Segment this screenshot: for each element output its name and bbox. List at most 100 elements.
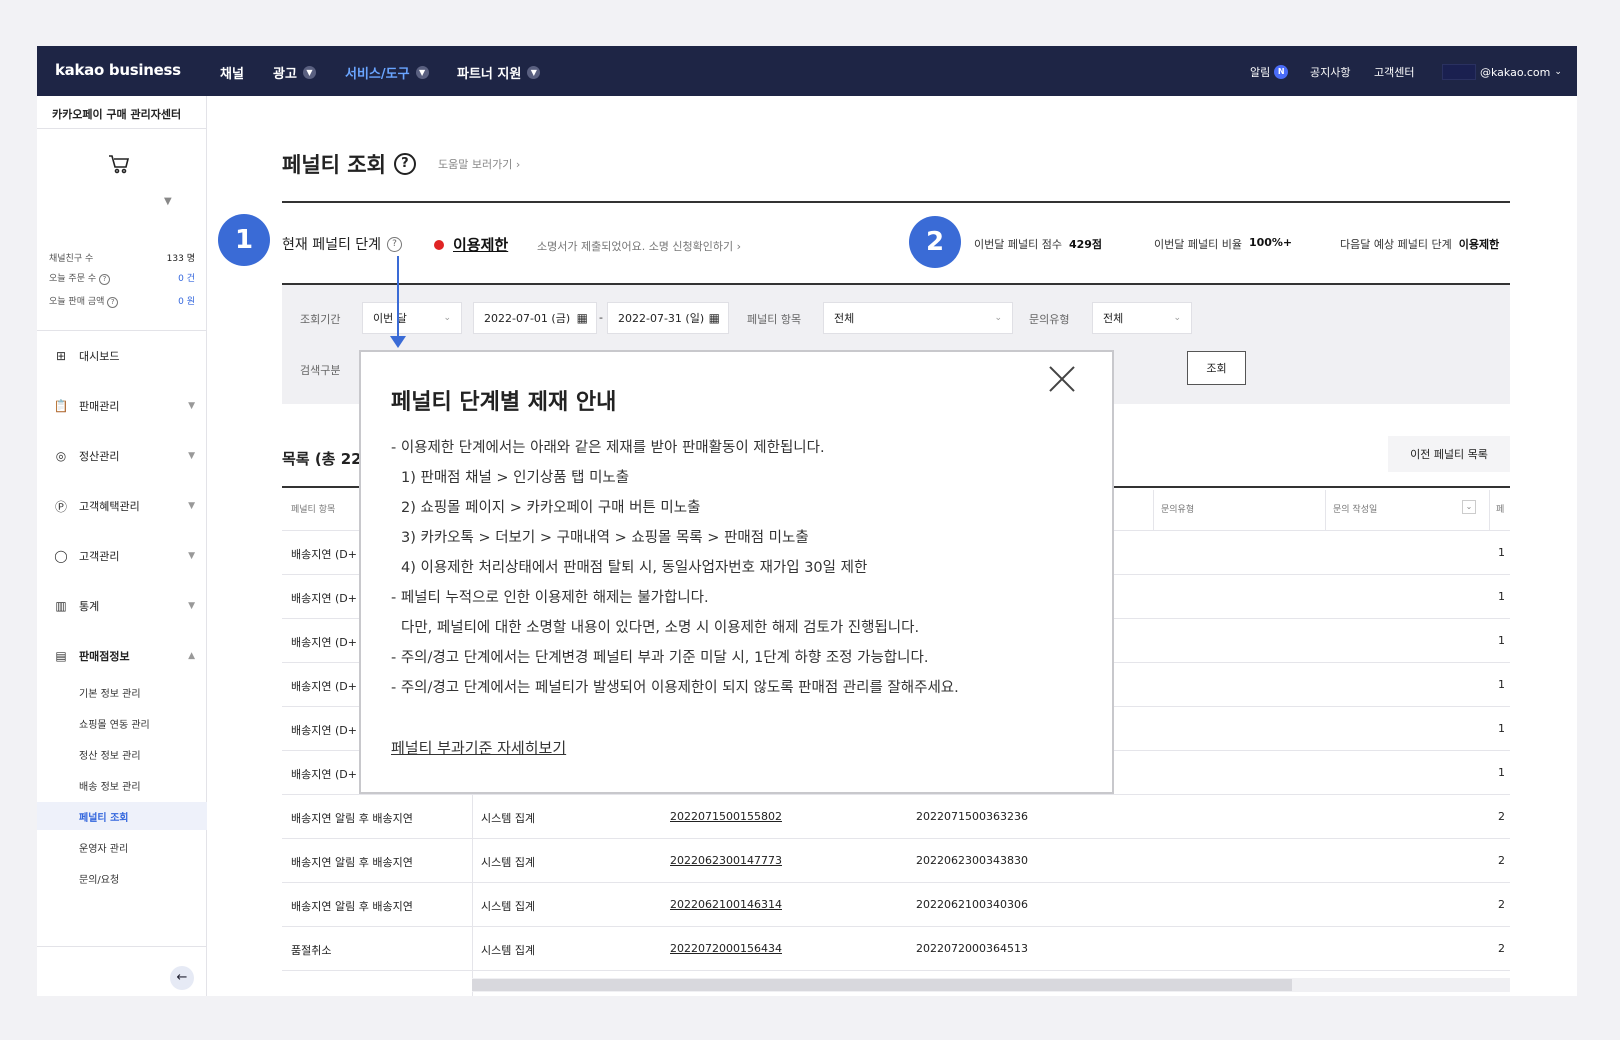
horizontal-scrollbar[interactable] <box>472 978 1510 992</box>
kakao-business-logo[interactable]: kakao business <box>55 61 181 79</box>
callout-marker: 2 <box>909 216 961 268</box>
sidebar-title: 카카오페이 구매 관리자센터 <box>52 108 182 121</box>
dashboard-icon: ⊞ <box>55 349 67 363</box>
modal-line: 2) 쇼핑몰 페이지 > 카카오페이 구매 버튼 미노출 <box>401 500 701 516</box>
nav-item-partner-support[interactable]: 파트너 지원 ▼ <box>457 63 541 82</box>
period-label: 조회기간 <box>300 313 341 326</box>
stat-orders: 오늘 주문 수 ? 0 건 <box>49 271 195 285</box>
collapse-sidebar-button[interactable]: ← <box>170 966 194 990</box>
sidebar-subitem-mall-link[interactable]: 쇼핑몰 연동 관리 <box>37 709 207 737</box>
appeal-status-link[interactable]: 소명서가 제출되었어요. 소명 신청확인하기 › <box>537 238 741 254</box>
chevron-down-icon: ⌄ <box>443 313 451 323</box>
sidebar-item-store-info[interactable]: ▤ 판매점정보 ▲ <box>53 646 195 666</box>
row-divider <box>282 794 1510 795</box>
nav-item-label: 채널 <box>220 67 244 82</box>
sidebar-subitem-inquiry[interactable]: 문의/요청 <box>37 864 207 892</box>
table-cell-item: 배송지연 알림 후 배송지연 <box>291 812 413 825</box>
stat-label: 채널친구 수 <box>49 254 94 264</box>
status-dot <box>434 240 444 250</box>
masked-username <box>1442 64 1476 80</box>
help-link-label: 도움말 보러가기 <box>438 158 513 171</box>
sidebar-item-statistics[interactable]: ▥ 통계 ▼ <box>53 596 195 616</box>
page-title-text: 페널티 조회 <box>282 153 386 177</box>
sidebar-subitem-penalty[interactable]: 페널티 조회 <box>37 802 207 830</box>
alarm-link[interactable]: 알림 N <box>1250 64 1289 80</box>
table-cell-source: 시스템 집계 <box>481 856 536 869</box>
sidebar-item-sales[interactable]: 📋 판매관리 ▼ <box>53 396 195 416</box>
sort-toggle-icon[interactable]: ⌄ <box>1462 500 1476 514</box>
date-separator: - <box>599 311 603 324</box>
order-number-link[interactable]: 2022071500155802 <box>670 810 782 823</box>
help-icon[interactable]: ? <box>99 274 110 285</box>
previous-penalties-button[interactable]: 이전 페널티 목록 <box>1388 436 1510 472</box>
date-value: 2022-07-01 (금) <box>484 312 571 325</box>
period-select[interactable]: 이번 달 ⌄ <box>362 302 462 334</box>
help-icon[interactable]: ? <box>387 236 403 252</box>
sidebar-item-customers[interactable]: ◯ 고객관리 ▼ <box>53 546 195 566</box>
order-number-link[interactable]: 2022062100146314 <box>670 898 782 911</box>
chevron-down-icon: ▼ <box>527 66 541 79</box>
column-header: 페널티 항목 <box>291 505 336 515</box>
penalty-item-label: 페널티 항목 <box>747 313 802 326</box>
row-divider <box>282 882 1510 883</box>
nav-item-ads[interactable]: 광고 ▼ <box>273 63 316 82</box>
table-cell-last: 2 <box>1498 810 1505 823</box>
table-cell-last: 1 <box>1498 678 1505 691</box>
calendar-icon: ▦ <box>708 311 720 325</box>
nav-item-label: 광고 <box>273 67 297 82</box>
menu-label: 고객혜택관리 <box>79 500 140 513</box>
next-stage: 다음달 예상 페널티 단계 이용제한 <box>1340 236 1499 252</box>
support-link[interactable]: 고객센터 <box>1374 64 1414 80</box>
scrollbar-thumb[interactable] <box>472 979 1292 991</box>
sidebar-subitem-delivery-info[interactable]: 배송 정보 관리 <box>37 771 207 799</box>
sidebar-item-benefits[interactable]: Ⓟ 고객혜택관리 ▼ <box>53 496 195 516</box>
sidebar-subitem-settlement-info[interactable]: 정산 정보 관리 <box>37 740 207 768</box>
sidebar-item-settlement[interactable]: ◎ 정산관리 ▼ <box>53 446 195 466</box>
clipboard-icon: 📋 <box>53 399 69 413</box>
date-from-input[interactable]: 2022-07-01 (금) ▦ <box>473 302 597 334</box>
chevron-down-icon: ▼ <box>188 601 195 611</box>
modal-line: - 주의/경고 단계에서는 페널티가 발생되어 이용제한이 되지 않도록 판매점… <box>391 680 959 696</box>
alarm-label: 알림 <box>1250 66 1271 79</box>
month-score: 이번달 페널티 점수 429점 <box>974 236 1102 252</box>
select-value: 전체 <box>834 312 855 325</box>
column-header: 페 <box>1496 505 1505 515</box>
chevron-down-icon: ▼ <box>188 501 195 511</box>
sidebar-subitem-operators[interactable]: 운영자 관리 <box>37 833 207 861</box>
table-cell-last: 2 <box>1498 898 1505 911</box>
nav-item-channel[interactable]: 채널 <box>220 63 244 82</box>
table-cell-item: 배송지연 (D+ <box>291 592 357 605</box>
table-cell-last: 1 <box>1498 634 1505 647</box>
sidebar-item-dashboard[interactable]: ⊞ 대시보드 <box>53 346 195 366</box>
order-number-link[interactable]: 2022072000156434 <box>670 942 782 955</box>
date-to-input[interactable]: 2022-07-31 (일) ▦ <box>607 302 729 334</box>
sidebar-subitem-basic-info[interactable]: 기본 정보 관리 <box>37 678 207 706</box>
account-menu[interactable]: @kakao.com ⌄ <box>1442 64 1562 80</box>
modal-line: 4) 이용제한 처리상태에서 판매점 탈퇴 시, 동일사업자번호 재가입 30일… <box>401 560 868 576</box>
penalty-criteria-link[interactable]: 페널티 부과기준 자세히보기 <box>391 737 566 758</box>
chevron-down-icon: ▼ <box>188 551 195 561</box>
notice-link[interactable]: 공지사항 <box>1310 64 1350 80</box>
nav-item-services-tools[interactable]: 서비스/도구 ▼ <box>345 63 429 82</box>
chevron-down-icon: ⌄ <box>1554 67 1562 77</box>
channel-select-chevron-icon[interactable]: ▼ <box>164 196 172 207</box>
inquiry-type-select[interactable]: 전체 ⌄ <box>1092 302 1192 334</box>
calendar-icon: ▦ <box>576 311 588 325</box>
order-number-link[interactable]: 2022062300147773 <box>670 854 782 867</box>
next-stage-label: 다음달 예상 페널티 단계 <box>1340 238 1452 251</box>
row-divider <box>282 838 1510 839</box>
table-cell-product: 2022071500363236 <box>916 810 1028 823</box>
help-icon[interactable]: ? <box>107 297 119 308</box>
menu-label: 정산관리 <box>79 450 120 463</box>
search-button[interactable]: 조회 <box>1187 351 1246 385</box>
table-cell-source: 시스템 집계 <box>481 900 536 913</box>
help-icon[interactable]: ? <box>393 153 416 175</box>
close-icon[interactable] <box>1047 364 1077 394</box>
help-link[interactable]: 도움말 보러가기 › <box>438 156 520 172</box>
stage-value-link[interactable]: 이용제한 <box>453 234 508 255</box>
penalty-item-select[interactable]: 전체 ⌄ <box>823 302 1013 334</box>
table-cell-source: 시스템 집계 <box>481 944 536 957</box>
select-value: 전체 <box>1103 312 1124 325</box>
nav-item-label: 서비스/도구 <box>345 67 410 82</box>
column-separator <box>1153 490 1154 530</box>
